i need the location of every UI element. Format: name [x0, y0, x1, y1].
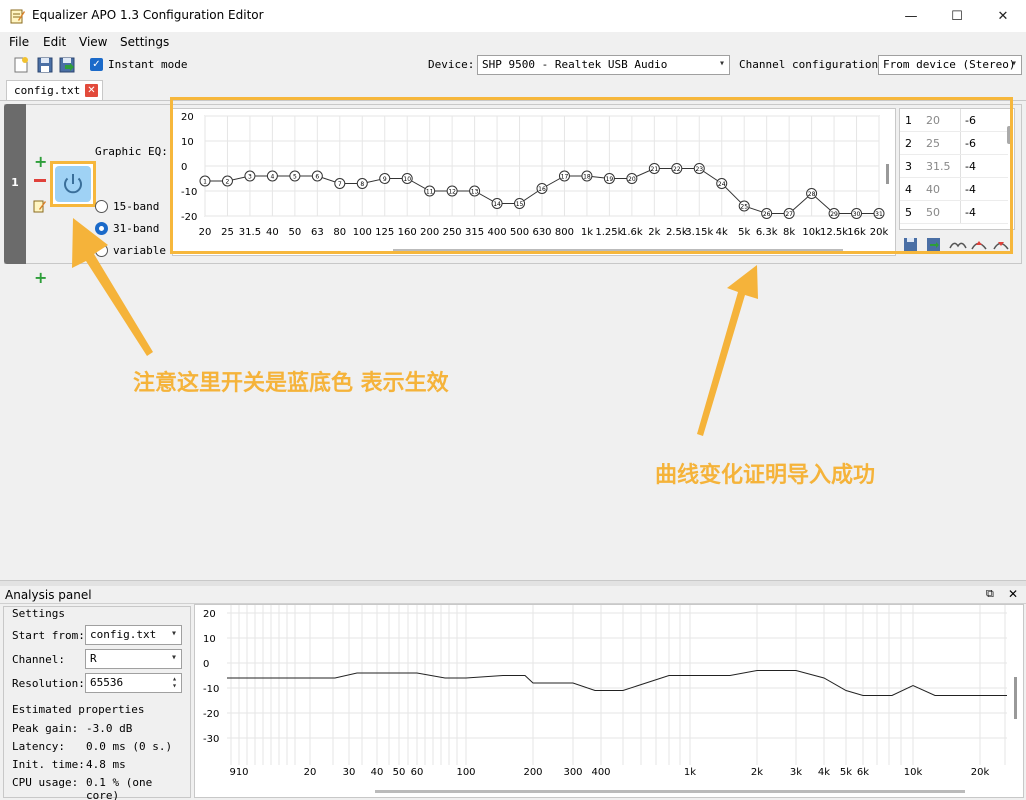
- settings-title: Settings: [12, 607, 65, 620]
- cpu-usage-label: CPU usage:: [12, 776, 79, 789]
- x-tick-label: 40: [371, 767, 384, 778]
- peak-gain-value: -3.0 dB: [86, 722, 133, 735]
- x-tick-label: 400: [591, 767, 610, 778]
- analysis-settings: Settings Start from: config.txt ▾ Channel…: [3, 606, 191, 800]
- arrow-to-graph-icon: [697, 265, 758, 436]
- y-tick-label: -10: [203, 684, 219, 695]
- y-tick-label: -20: [203, 709, 219, 720]
- latency-value: 0.0 ms (0 s.): [86, 740, 173, 753]
- start-from-select[interactable]: config.txt ▾: [85, 625, 182, 645]
- chevron-down-icon: ▾: [170, 628, 177, 639]
- y-tick-label: 10: [203, 634, 216, 645]
- arrow-to-power-icon: [72, 218, 153, 356]
- x-tick-label: 2k: [751, 767, 763, 778]
- x-tick-label: 200: [523, 767, 542, 778]
- analysis-panel-title: Analysis panel: [5, 588, 92, 602]
- cpu-usage-value: 0.1 % (one core): [86, 776, 153, 800]
- init-time-label: Init. time:: [12, 758, 85, 771]
- estimated-title: Estimated properties: [12, 703, 145, 716]
- x-tick-label: 20: [304, 767, 317, 778]
- analysis-vscroll: [1014, 677, 1017, 719]
- spin-arrows-icon[interactable]: ▴ ▾: [172, 675, 177, 690]
- chevron-down-icon: ▾: [170, 652, 177, 663]
- analysis-hscroll: [375, 790, 965, 793]
- y-tick-label: 20: [203, 609, 216, 620]
- channel-select[interactable]: R ▾: [85, 649, 182, 669]
- peak-gain-label: Peak gain:: [12, 722, 79, 735]
- x-tick-label: 100: [456, 767, 475, 778]
- start-from-label: Start from:: [12, 629, 85, 642]
- resolution-label: Resolution:: [12, 677, 85, 690]
- x-tick-label: 910: [229, 767, 248, 778]
- curve-annotation: 曲线变化证明导入成功: [655, 463, 876, 488]
- close-panel-icon[interactable]: ✕: [1008, 587, 1018, 601]
- analysis-graph[interactable]: 20 10 0 -10 -20 -30 910 20 30 40 50 60 100 200 300 400 1…: [194, 604, 1024, 798]
- y-tick-label: -30: [203, 734, 219, 745]
- init-time-value: 4.8 ms: [86, 758, 126, 771]
- x-tick-label: 3k: [790, 767, 802, 778]
- x-tick-label: 6k: [857, 767, 869, 778]
- x-tick-label: 300: [563, 767, 582, 778]
- x-tick-label: 10k: [904, 767, 923, 778]
- power-annotation: 注意这里开关是蓝底色 表示生效: [133, 371, 449, 396]
- float-panel-icon[interactable]: ⧉: [986, 587, 994, 601]
- x-tick-label: 30: [343, 767, 356, 778]
- x-tick-label: 60: [411, 767, 424, 778]
- analysis-panel-header: Analysis panel ⧉ ✕: [0, 586, 1026, 604]
- x-tick-label: 1k: [684, 767, 696, 778]
- add-filter-below-icon[interactable]: +: [34, 270, 47, 286]
- y-tick-label: 0: [203, 659, 209, 670]
- x-tick-label: 5k: [840, 767, 852, 778]
- resolution-spinbox[interactable]: 65536 ▴ ▾: [85, 673, 182, 693]
- x-tick-label: 20k: [971, 767, 990, 778]
- x-tick-label: 4k: [818, 767, 830, 778]
- analysis-plot-area: [227, 605, 1007, 765]
- latency-label: Latency:: [12, 740, 65, 753]
- x-tick-label: 50: [393, 767, 406, 778]
- channel-label: Channel:: [12, 653, 65, 666]
